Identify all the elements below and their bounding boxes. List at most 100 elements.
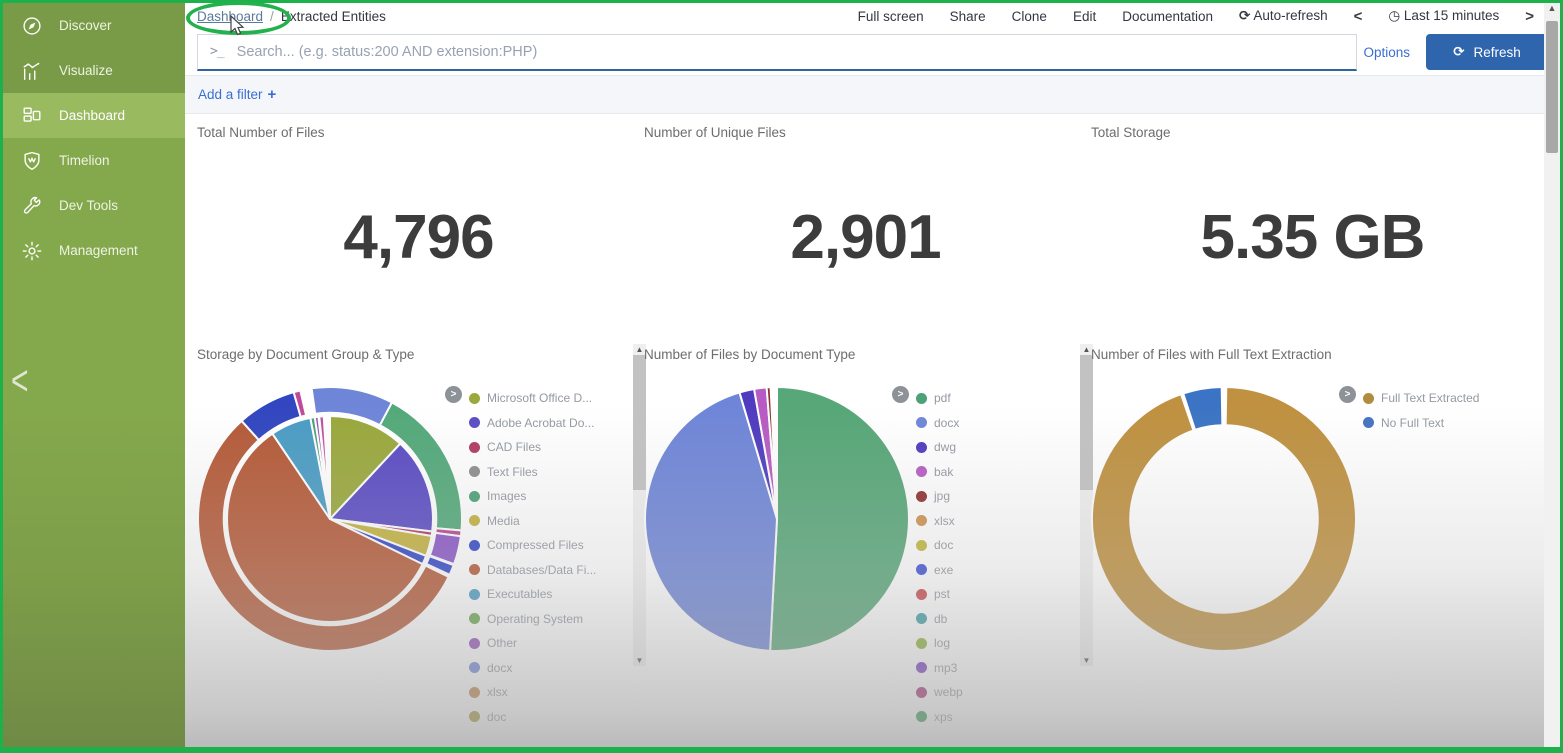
menu-item-documentation[interactable]: Documentation — [1122, 9, 1213, 24]
legend-color-dot — [916, 589, 927, 600]
legend-item-text-files[interactable]: Text Files — [469, 460, 619, 485]
legend-item-compressed-files[interactable]: Compressed Files — [469, 533, 619, 558]
legend-color-dot — [916, 491, 927, 502]
legend-item-dwg[interactable]: dwg — [916, 435, 1066, 460]
legend-label: pst — [934, 587, 950, 601]
legend-item-executables[interactable]: Executables — [469, 582, 619, 607]
legend-label: xlsx — [487, 685, 508, 699]
refresh-button[interactable]: ⟳ Refresh — [1426, 34, 1548, 70]
legend-toggle-icon[interactable]: > — [1339, 386, 1356, 403]
legend-item-adobe-acrobat-do[interactable]: Adobe Acrobat Do... — [469, 411, 619, 436]
metric-panel-total-storage: Total Storage 5.35 GB — [1089, 114, 1536, 336]
legend-label: Text Files — [487, 465, 538, 479]
page-scrollbar-thumb[interactable] — [1546, 21, 1558, 153]
scroll-up-icon[interactable]: ▲ — [1544, 3, 1560, 14]
time-range-picker[interactable]: ◷ Last 15 minutes — [1388, 8, 1499, 24]
legend-item-db[interactable]: db — [916, 607, 1066, 632]
plus-icon: + — [268, 86, 277, 103]
sidebar-item-management[interactable]: Management — [3, 228, 185, 273]
legend-item-pdf[interactable]: pdf — [916, 386, 1066, 411]
panel-title: Number of Files with Full Text Extractio… — [1089, 336, 1536, 362]
legend-item-xps[interactable]: xps — [916, 705, 1066, 730]
sidebar-item-dev-tools[interactable]: Dev Tools — [3, 183, 185, 228]
legend-color-dot — [469, 613, 480, 624]
auto-refresh-button[interactable]: ⟳ Auto-refresh — [1239, 8, 1328, 24]
legend-color-dot — [916, 638, 927, 649]
legend-item-no-full-text[interactable]: No Full Text — [1363, 411, 1513, 436]
metric-panel-unique-files: Number of Unique Files 2,901 — [642, 114, 1089, 336]
legend-item-databases-data-fi[interactable]: Databases/Data Fi... — [469, 558, 619, 583]
legend-label: xps — [934, 710, 953, 724]
sunburst-pie-chart[interactable] — [195, 376, 467, 729]
legend-toggle-icon[interactable]: > — [892, 386, 909, 403]
legend-color-dot — [916, 711, 927, 722]
legend-item-jpg[interactable]: jpg — [916, 484, 1066, 509]
shield-icon — [20, 149, 44, 173]
menu-item-clone[interactable]: Clone — [1012, 9, 1047, 24]
legend-color-dot — [469, 662, 480, 673]
legend-item-doc[interactable]: doc — [916, 533, 1066, 558]
menu-item-full-screen[interactable]: Full screen — [858, 9, 924, 24]
sidebar-item-dashboard[interactable]: Dashboard — [3, 93, 185, 138]
pie-segment-full-text-extracted[interactable] — [1092, 387, 1356, 651]
search-bar-row: >_ Options ⟳ Refresh — [185, 29, 1560, 75]
add-filter-label: Add a filter — [198, 87, 263, 102]
sidebar-main-section: Dashboard Timelion Dev Tools Management — [3, 93, 185, 273]
legend-color-dot — [469, 638, 480, 649]
legend-item-docx[interactable]: docx — [916, 411, 1066, 436]
legend-color-dot — [916, 564, 927, 575]
legend-color-dot — [469, 711, 480, 722]
sidebar-item-label: Timelion — [59, 153, 110, 168]
options-link[interactable]: Options — [1363, 45, 1410, 60]
pie-chart[interactable] — [642, 376, 914, 729]
legend-label: Media — [487, 514, 520, 528]
sidebar-item-visualize[interactable]: Visualize — [3, 48, 185, 93]
time-forward-icon[interactable]: > — [1525, 8, 1534, 25]
legend-item-bak[interactable]: bak — [916, 460, 1066, 485]
chart-panel-full-text-extraction: Number of Files with Full Text Extractio… — [1089, 336, 1536, 747]
legend-item-cad-files[interactable]: CAD Files — [469, 435, 619, 460]
sidebar-item-label: Management — [59, 243, 138, 258]
legend-item-other[interactable]: Other — [469, 631, 619, 656]
legend-item-exe[interactable]: exe — [916, 558, 1066, 583]
legend-item-docx[interactable]: docx — [469, 656, 619, 681]
legend-item-operating-system[interactable]: Operating System — [469, 607, 619, 632]
legend-color-dot — [469, 491, 480, 502]
menu-item-edit[interactable]: Edit — [1073, 9, 1096, 24]
pie-segment-pdf[interactable] — [770, 387, 909, 651]
breadcrumb-dashboard-link[interactable]: Dashboard — [197, 9, 263, 24]
refresh-button-label: Refresh — [1474, 45, 1521, 60]
legend-item-media[interactable]: Media — [469, 509, 619, 534]
legend-toggle-icon[interactable]: > — [445, 386, 462, 403]
legend-color-dot — [469, 687, 480, 698]
legend-item-xlsx[interactable]: xlsx — [916, 509, 1066, 534]
legend-item-pst[interactable]: pst — [916, 582, 1066, 607]
legend-item-log[interactable]: log — [916, 631, 1066, 656]
time-back-icon[interactable]: < — [1354, 8, 1363, 25]
add-filter-button[interactable]: Add a filter + — [198, 86, 276, 103]
legend-label: pdf — [934, 391, 951, 405]
legend-color-dot — [916, 393, 927, 404]
page-scrollbar[interactable]: ▲ — [1544, 3, 1560, 747]
legend-label: db — [934, 612, 947, 626]
dashboard-menu: Full screen Share Clone Edit Documentation ⟳ … — [858, 8, 1534, 25]
donut-chart[interactable] — [1089, 376, 1361, 681]
search-input[interactable] — [237, 44, 1345, 60]
legend-item-full-text-extracted[interactable]: Full Text Extracted — [1363, 386, 1513, 411]
legend-color-dot — [469, 442, 480, 453]
terminal-prompt-icon: >_ — [210, 44, 224, 59]
legend-item-images[interactable]: Images — [469, 484, 619, 509]
menu-item-share[interactable]: Share — [950, 9, 986, 24]
sidebar-collapse-button[interactable]: < — [11, 358, 29, 406]
legend-color-dot — [916, 540, 927, 551]
legend-label: dwg — [934, 440, 956, 454]
sidebar-item-timelion[interactable]: Timelion — [3, 138, 185, 183]
legend-item-xlsx[interactable]: xlsx — [469, 680, 619, 705]
legend-item-doc[interactable]: doc — [469, 705, 619, 730]
sidebar-item-discover[interactable]: Discover — [3, 3, 185, 48]
legend-item-webp[interactable]: webp — [916, 680, 1066, 705]
chart-area: > Full Text ExtractedNo Full Text — [1089, 376, 1536, 681]
metric-value: 4,796 — [195, 202, 642, 273]
legend-item-mp3[interactable]: mp3 — [916, 656, 1066, 681]
legend-item-microsoft-office-d[interactable]: Microsoft Office D... — [469, 386, 619, 411]
